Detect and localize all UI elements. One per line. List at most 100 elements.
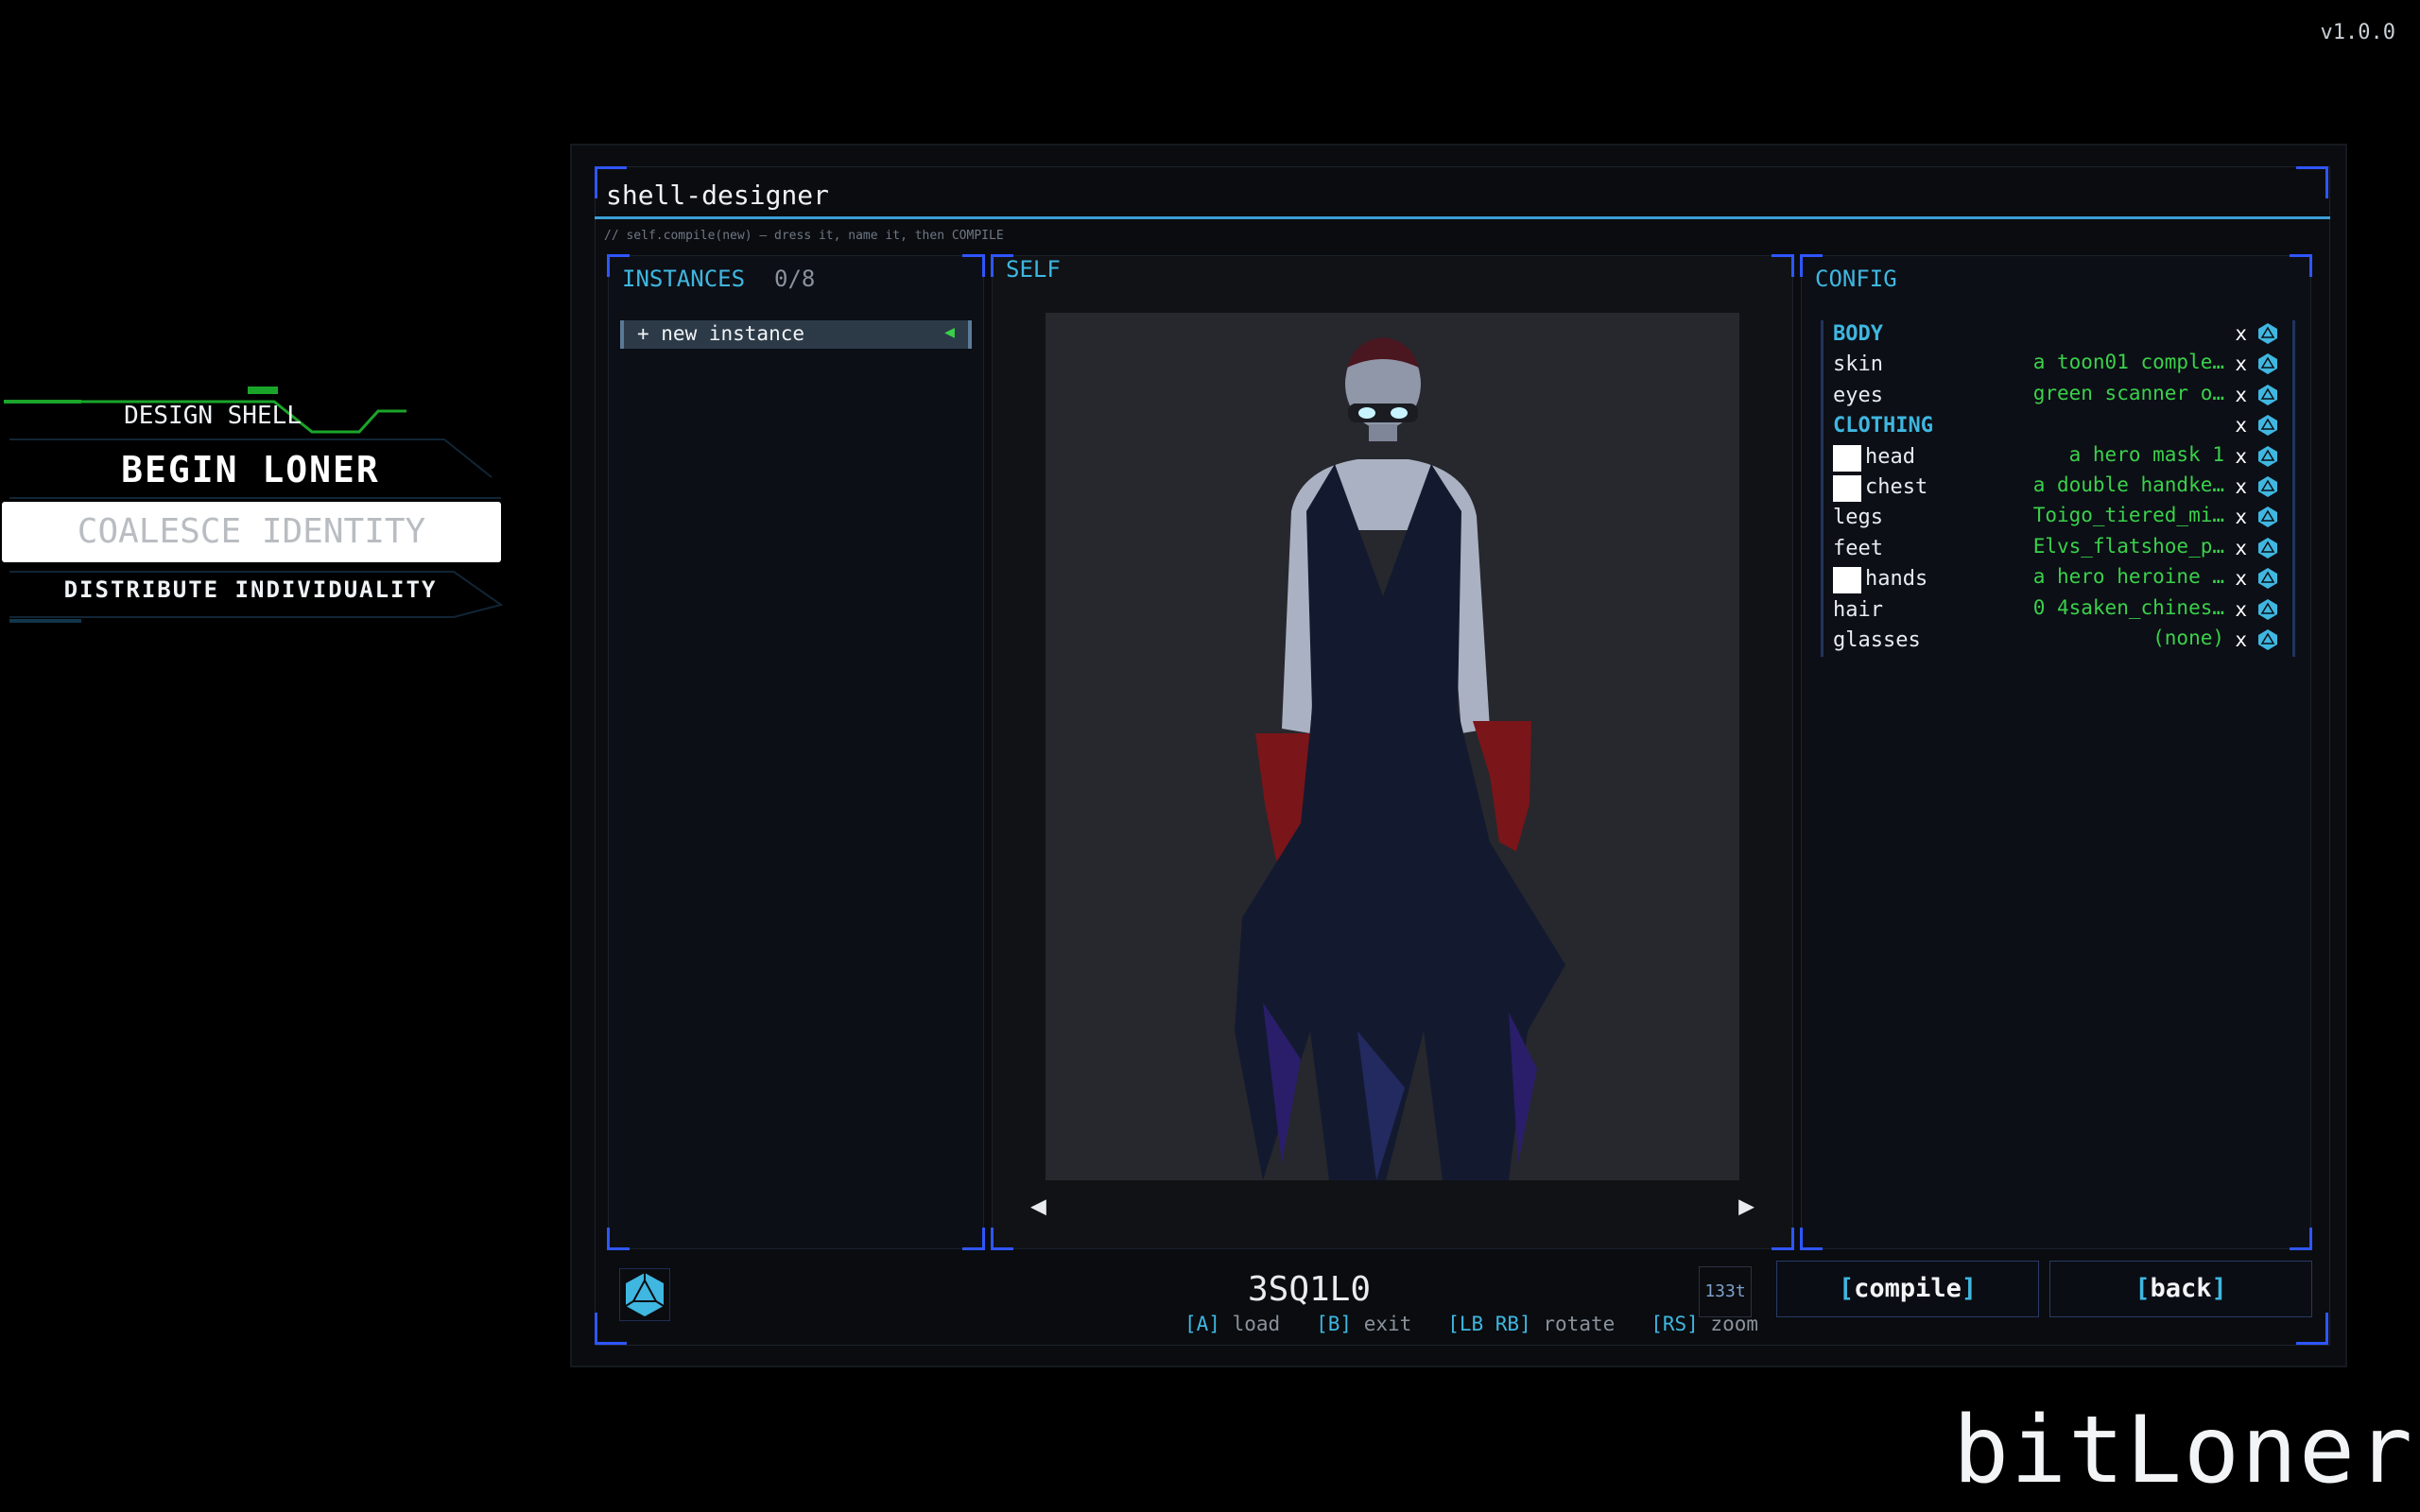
control-key: [A] [1184,1313,1220,1335]
config-value[interactable]: 0 4saken_chines… [2033,596,2224,619]
clear-button[interactable]: x [2235,537,2247,559]
lock-checkbox[interactable] [1833,474,1861,502]
clear-button[interactable]: x [2235,384,2247,406]
config-value[interactable]: a hero heroine … [2033,565,2224,588]
selected-arrow-icon: ◀ [944,322,955,342]
config-panel: CONFIG BODY x skin a toon01 comple… x ey… [1800,254,2312,1250]
config-row-legs[interactable]: legs Toigo_tiered_mi… x [1824,504,2292,534]
bracket: [ [2135,1274,2151,1303]
clear-button[interactable]: x [2235,598,2247,621]
control-key: [B] [1316,1313,1353,1335]
panel-corner [962,1228,985,1250]
control-label: rotate [1543,1313,1616,1335]
bracket: ] [2211,1274,2227,1303]
panel-corner [2290,254,2312,277]
config-list: BODY x skin a toon01 comple… x eyes gree… [1821,320,2295,658]
config-value[interactable]: green scanner o… [2033,382,2224,404]
randomize-dice-icon[interactable] [2256,445,2279,468]
config-row-feet[interactable]: feet Elvs_flatshoe_p… x [1824,535,2292,565]
back-button[interactable]: [back] [2049,1261,2312,1317]
config-value[interactable]: a toon01 comple… [2033,351,2224,373]
randomize-dice-icon[interactable] [2256,475,2279,498]
compile-button[interactable]: [compile] [1776,1261,2039,1317]
rotate-next-button[interactable]: ▶ [1738,1190,1754,1221]
panel-corner [1772,1228,1794,1250]
panel-corner [607,1228,630,1250]
config-row-eyes[interactable]: eyes green scanner o… x [1824,382,2292,412]
config-value[interactable]: Elvs_flatshoe_p… [2033,535,2224,558]
config-title: CONFIG [1815,266,1897,292]
config-row-skin[interactable]: skin a toon01 comple… x [1824,351,2292,381]
controls-legend: [A] load [B] exit [LB RB] rotate [RS] zo… [1184,1313,1758,1335]
main-menu: DESIGN SHELL BEGIN LONER COALESCE IDENTI… [0,373,510,638]
menu-coalesce-identity[interactable]: COALESCE IDENTITY [2,502,501,562]
shell-designer-window: shell-designer // self.compile(new) — dr… [570,144,2347,1367]
config-label: head [1865,444,1915,469]
back-label: back [2150,1274,2212,1303]
control-label: zoom [1710,1313,1758,1335]
panel-corner [991,1228,1013,1250]
randomize-dice-icon[interactable] [2256,352,2279,375]
clear-button[interactable]: x [2235,352,2247,375]
brand-logo: bitLoner [1952,1397,2414,1504]
randomize-dice-icon[interactable] [2256,628,2279,651]
config-label: chest [1865,474,1928,499]
clear-button[interactable]: x [2235,322,2247,345]
config-value[interactable]: a double handke… [2033,473,2224,496]
tick-counter: 133t [1699,1266,1752,1317]
new-instance-label: + new instance [637,322,805,345]
config-label: glasses [1833,627,1921,652]
lock-checkbox[interactable] [1833,567,1861,594]
dice-icon [625,1273,665,1316]
config-value[interactable]: Toigo_tiered_mi… [2033,504,2224,526]
window-title: shell-designer [606,180,830,211]
clear-button[interactable]: x [2235,567,2247,590]
panel-corner [962,254,985,277]
section-label: BODY [1833,322,1883,346]
new-instance-button[interactable]: + new instance ◀ [620,320,972,349]
randomize-dice-icon[interactable] [2256,414,2279,437]
version-label: v1.0.0 [2320,21,2395,44]
randomize-dice-icon[interactable] [2256,384,2279,406]
bracket: [ [1838,1274,1855,1303]
config-value[interactable]: (none) [2152,627,2224,649]
character-viewport[interactable] [1046,313,1739,1180]
config-row-chest[interactable]: chest a double handke… x [1824,473,2292,504]
randomize-dice-icon[interactable] [2256,322,2279,345]
randomize-dice-icon[interactable] [2256,506,2279,528]
lock-checkbox[interactable] [1833,444,1861,472]
clear-button[interactable]: x [2235,475,2247,498]
randomize-all-button[interactable] [619,1268,670,1321]
config-label: feet [1833,536,1883,560]
menu-distribute-individuality[interactable]: DISTRIBUTE INDIVIDUALITY [0,576,501,603]
config-section-clothing: CLOTHING x [1824,412,2292,442]
config-label: skin [1833,352,1883,377]
config-row-hands[interactable]: hands a hero heroine … x [1824,565,2292,595]
rotate-prev-button[interactable]: ◀ [1030,1190,1046,1221]
randomize-dice-icon[interactable] [2256,537,2279,559]
clear-button[interactable]: x [2235,506,2247,528]
title-bar: shell-designer [595,166,2330,219]
randomize-dice-icon[interactable] [2256,567,2279,590]
config-row-head[interactable]: head a hero mask 1 x [1824,443,2292,473]
config-row-glasses[interactable]: glasses (none) x [1824,627,2292,657]
control-key: [LB RB] [1447,1313,1531,1335]
panel-corner [1800,1228,1823,1250]
section-label: CLOTHING [1833,414,1933,438]
menu-begin-loner[interactable]: BEGIN LONER [0,449,501,490]
config-value[interactable]: a hero mask 1 [2069,443,2224,466]
shell-name-field[interactable]: 3SQ1L0 [1120,1270,1498,1309]
bracket: ] [1961,1274,1978,1303]
panel-corner [1772,254,1794,277]
panel-corner [2290,1228,2312,1250]
clear-button[interactable]: x [2235,628,2247,651]
randomize-dice-icon[interactable] [2256,598,2279,621]
menu-design-shell[interactable]: DESIGN SHELL [0,402,463,430]
character-model [1235,337,1565,1180]
compile-label: compile [1854,1274,1962,1303]
control-label: load [1232,1313,1281,1335]
config-row-hair[interactable]: hair 0 4saken_chines… x [1824,596,2292,627]
clear-button[interactable]: x [2235,445,2247,468]
clear-button[interactable]: x [2235,414,2247,437]
config-label: eyes [1833,383,1883,407]
